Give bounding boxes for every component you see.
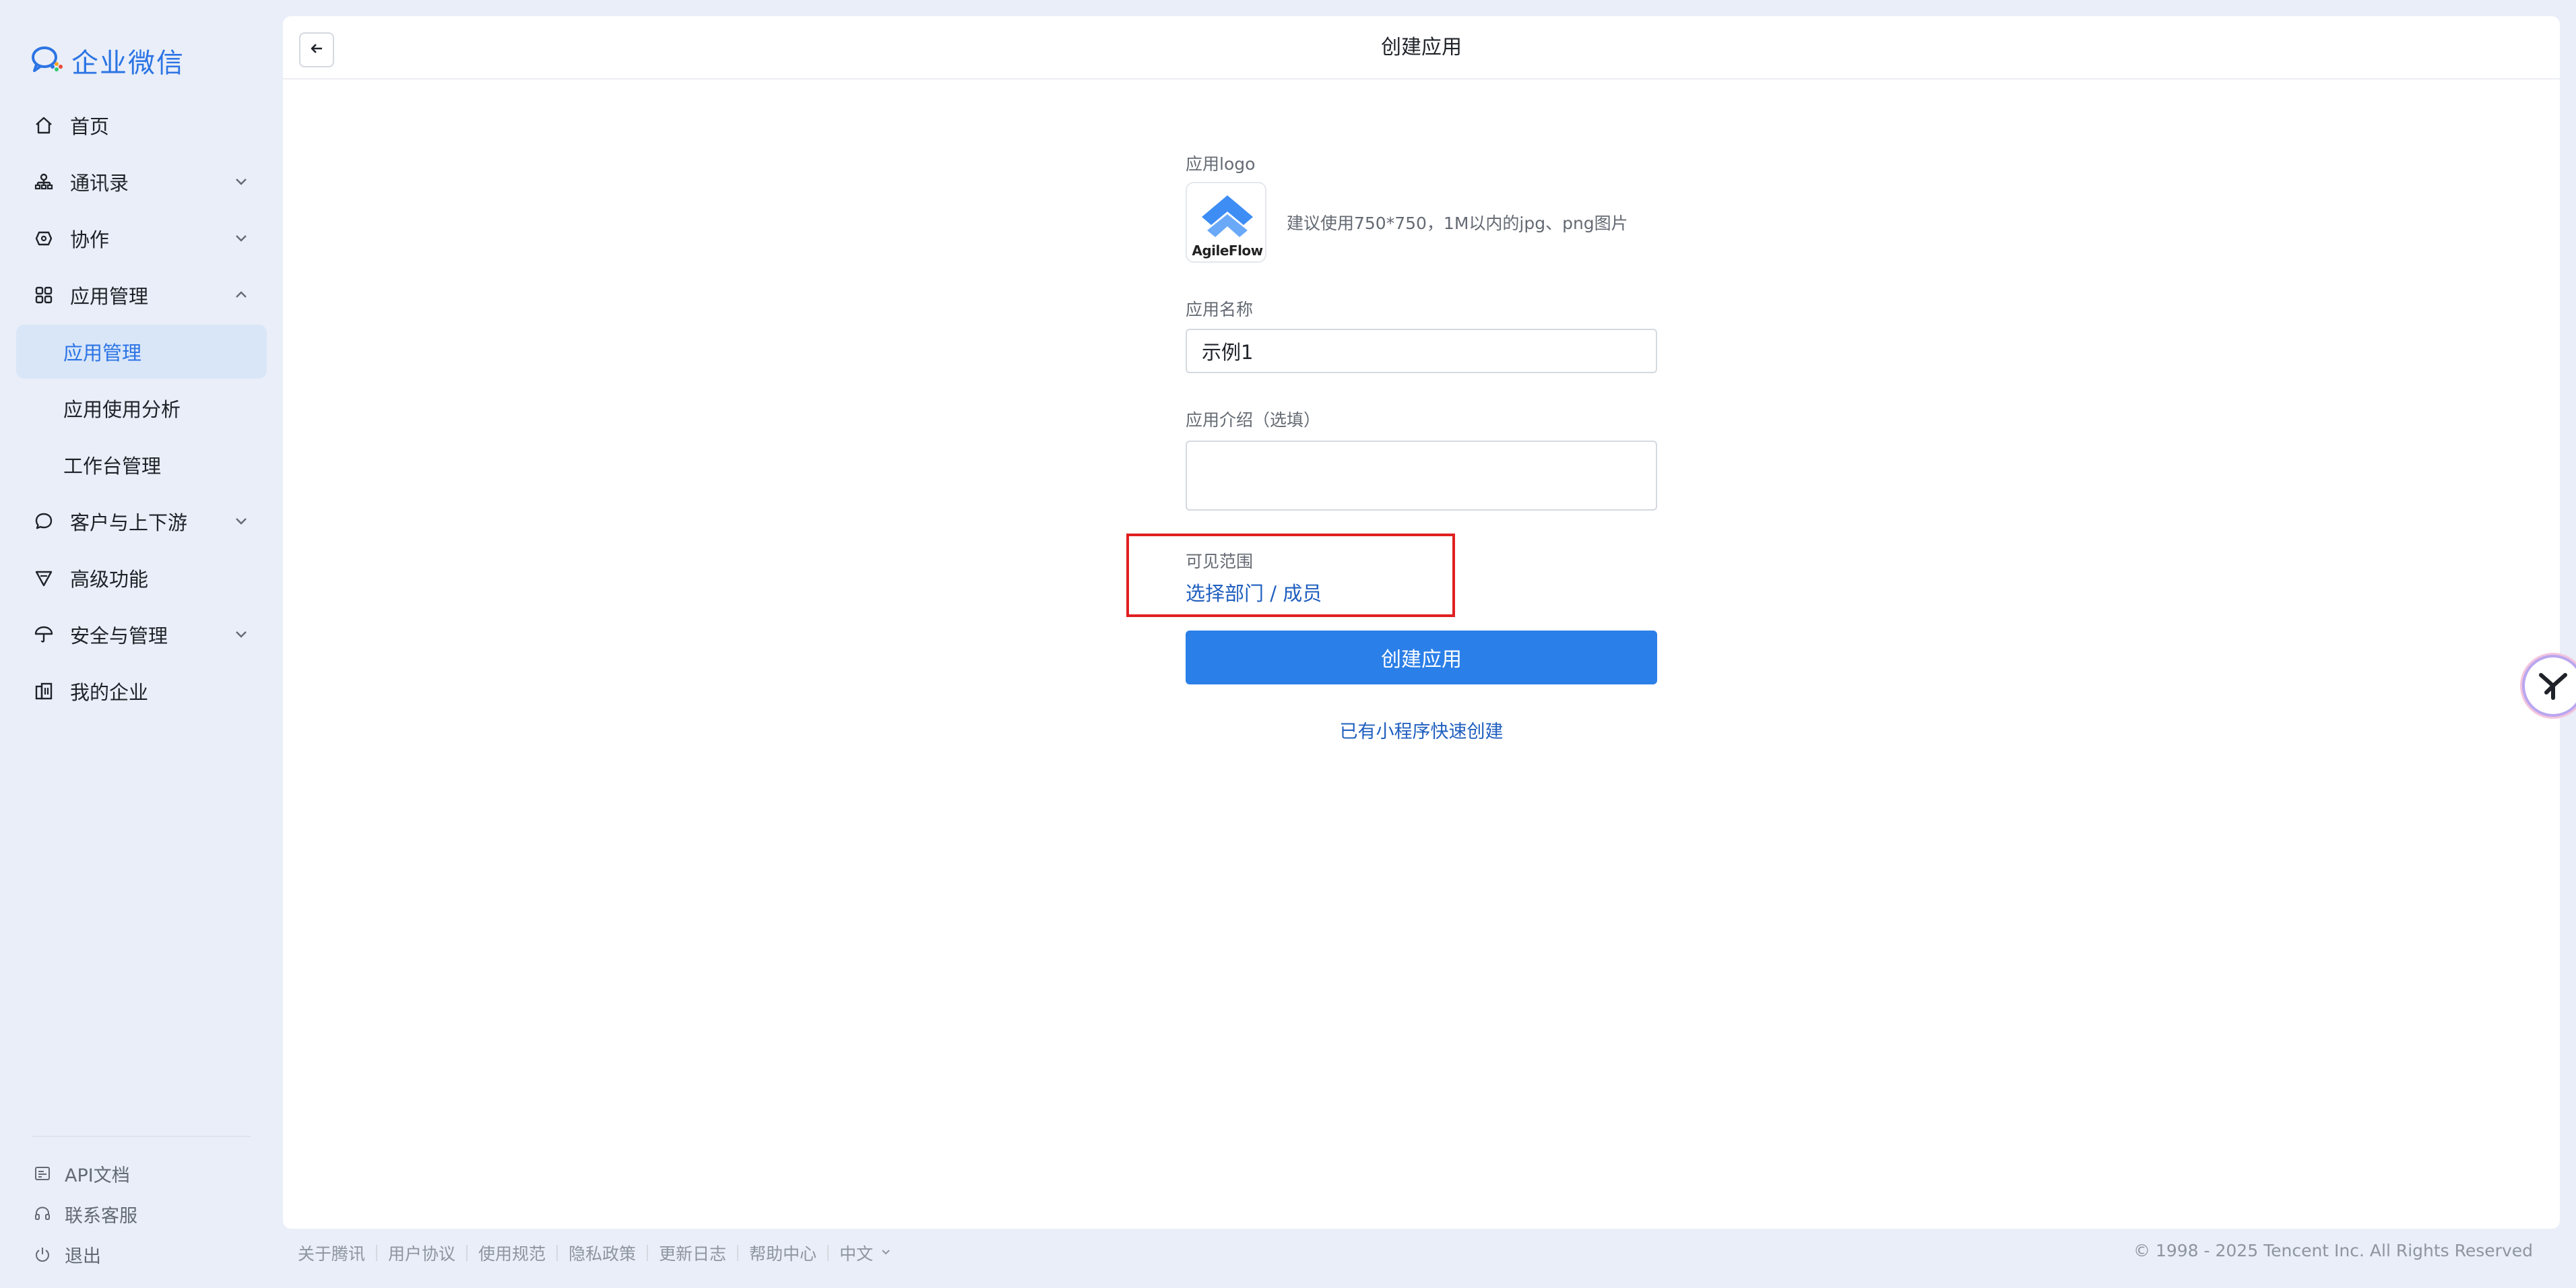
sidebar-item-label: 我的企业 — [70, 681, 149, 704]
arrow-left-icon — [307, 39, 326, 61]
logout-link[interactable]: 退出 — [32, 1234, 137, 1275]
sidebar-item-collaboration[interactable]: 协作 — [16, 212, 267, 265]
grid-icon — [32, 284, 55, 307]
sidebar-item-label: 客户与上下游 — [70, 511, 188, 534]
logo-label: 应用logo — [1186, 154, 1256, 174]
footer-link-user-agreement[interactable]: 用户协议 — [388, 1241, 455, 1265]
contact-support-label: 联系客服 — [65, 1205, 137, 1227]
org-chart-icon — [32, 170, 55, 193]
brand-name: 企业微信 — [71, 48, 185, 79]
chevron-down-icon — [880, 1246, 892, 1260]
sidebar-item-label: 首页 — [70, 115, 110, 138]
page-header: 创建应用 — [283, 16, 2560, 79]
sidebar-item-advanced[interactable]: 高级功能 — [16, 551, 267, 605]
language-selector[interactable]: 中文 — [839, 1241, 892, 1265]
main-panel: 创建应用 应用logo AgileFlow 建议使用750*750，1M以内的j… — [283, 16, 2560, 1229]
headset-icon — [32, 1204, 53, 1224]
sidebar-item-label: 应用使用分析 — [63, 398, 181, 421]
visible-scope-label: 可见范围 — [1186, 552, 1254, 571]
sidebar-item-label: 应用管理 — [70, 285, 149, 308]
sidebar-item-label: 高级功能 — [70, 568, 149, 591]
copyright-text: © 1998 - 2025 Tencent Inc. All Rights Re… — [2133, 1241, 2533, 1260]
power-icon — [32, 1244, 53, 1264]
sidebar-subitem-workbench-management[interactable]: 工作台管理 — [16, 438, 267, 492]
app-intro-label: 应用介绍（选填） — [1186, 410, 1321, 430]
footer-link-help-center[interactable]: 帮助中心 — [749, 1241, 816, 1265]
triangle-icon — [32, 567, 55, 589]
collaboration-icon — [32, 227, 55, 250]
wecom-logo-icon — [30, 44, 65, 77]
app-logo-upload[interactable]: AgileFlow — [1186, 182, 1266, 263]
create-app-button[interactable]: 创建应用 — [1186, 631, 1657, 684]
logo-caption: AgileFlow — [1192, 243, 1263, 259]
app-name-label: 应用名称 — [1186, 300, 1254, 319]
api-docs-label: API文档 — [65, 1165, 130, 1186]
sidebar-item-contacts[interactable]: 通讯录 — [16, 155, 267, 209]
footer-link-about[interactable]: 关于腾讯 — [298, 1241, 365, 1265]
sidebar: 企业微信 首页 通讯录 协作 应用管理 应用管理 应用使用分析 工作台管理 客户… — [0, 0, 283, 1288]
app-intro-textarea[interactable] — [1186, 441, 1657, 511]
app-name-input[interactable]: 示例1 — [1186, 329, 1657, 373]
sidebar-item-home[interactable]: 首页 — [16, 98, 267, 152]
footer-separator — [827, 1245, 829, 1261]
sidebar-item-label: 工作台管理 — [63, 455, 162, 478]
contact-support-link[interactable]: 联系客服 — [32, 1194, 137, 1234]
chevron-up-icon — [230, 284, 252, 306]
app-name-value: 示例1 — [1202, 341, 1254, 364]
page-title: 创建应用 — [1381, 36, 1462, 59]
building-icon — [32, 680, 55, 703]
sidebar-item-label: 应用管理 — [63, 342, 142, 364]
footer-link-usage-rules[interactable]: 使用规范 — [478, 1241, 546, 1265]
logo-row: AgileFlow 建议使用750*750，1M以内的jpg、png图片 — [1186, 182, 1657, 263]
mini-program-create-link[interactable]: 已有小程序快速创建 — [1186, 717, 1657, 743]
footer-separator — [556, 1245, 558, 1261]
language-label: 中文 — [839, 1244, 874, 1264]
sidebar-nav: 首页 通讯录 协作 应用管理 应用管理 应用使用分析 工作台管理 客户与上下游 … — [16, 98, 267, 721]
api-doc-icon — [32, 1163, 53, 1184]
logout-label: 退出 — [65, 1246, 101, 1267]
footer-links: 关于腾讯 用户协议 使用规范 隐私政策 更新日志 帮助中心 中文 — [298, 1241, 892, 1265]
back-button[interactable] — [299, 32, 334, 67]
logo-hint: 建议使用750*750，1M以内的jpg、png图片 — [1287, 214, 1628, 233]
sidebar-item-customers[interactable]: 客户与上下游 — [16, 494, 267, 548]
sidebar-item-label: 安全与管理 — [70, 624, 168, 647]
footer-separator — [737, 1245, 739, 1261]
chevron-down-icon — [230, 511, 252, 532]
assistant-icon — [2534, 666, 2572, 706]
sidebar-item-label: 协作 — [70, 228, 110, 251]
sidebar-item-label: 通讯录 — [70, 172, 129, 195]
footer-link-changelog[interactable]: 更新日志 — [659, 1241, 726, 1265]
select-dept-member-link[interactable]: 选择部门 / 成员 — [1186, 578, 1322, 606]
footer-separator — [647, 1245, 649, 1261]
app-root: 企业微信 首页 通讯录 协作 应用管理 应用管理 应用使用分析 工作台管理 客户… — [0, 0, 2576, 1288]
chevron-down-icon — [230, 171, 252, 193]
brand-logo[interactable]: 企业微信 — [30, 42, 185, 79]
api-docs-link[interactable]: API文档 — [32, 1153, 137, 1194]
umbrella-icon — [32, 623, 55, 646]
chevron-down-icon — [230, 228, 252, 249]
create-app-form: 应用logo AgileFlow 建议使用750*750，1M以内的jpg、pn… — [1126, 151, 1657, 742]
chat-icon — [32, 510, 55, 533]
sidebar-subitem-app-usage-analysis[interactable]: 应用使用分析 — [16, 381, 267, 435]
footer-separator — [466, 1245, 468, 1261]
sidebar-bottom-links: API文档 联系客服 退出 — [32, 1153, 137, 1275]
sidebar-item-app-management[interactable]: 应用管理 — [16, 268, 267, 322]
sidebar-subitem-app-management[interactable]: 应用管理 — [16, 325, 267, 379]
home-icon — [32, 114, 55, 137]
footer-link-privacy[interactable]: 隐私政策 — [569, 1241, 636, 1265]
sidebar-divider — [32, 1136, 251, 1137]
sidebar-item-my-enterprise[interactable]: 我的企业 — [16, 664, 267, 718]
footer-separator — [376, 1245, 378, 1261]
chevron-down-icon — [230, 624, 252, 645]
sidebar-item-security[interactable]: 安全与管理 — [16, 608, 267, 662]
